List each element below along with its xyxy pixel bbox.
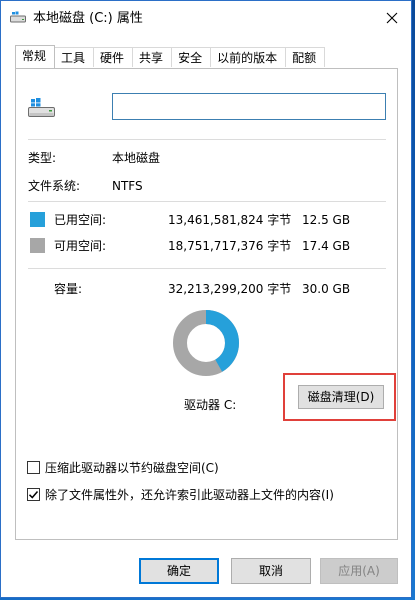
free-space-label: 可用空间: (54, 239, 107, 253)
compress-drive-label: 压缩此驱动器以节约磁盘空间(C) (45, 461, 219, 475)
close-button[interactable] (377, 5, 407, 31)
filesystem-value: NTFS (112, 179, 143, 193)
title-bar: 本地磁盘 (C:) 属性 (1, 1, 411, 35)
checkmark-icon (28, 491, 39, 499)
tab-sharing[interactable]: 共享 (132, 47, 173, 67)
disk-cleanup-button[interactable]: 磁盘清理(D) (298, 385, 384, 409)
tab-general[interactable]: 常规 (15, 45, 56, 68)
used-space-size: 12.5 GB (302, 213, 351, 227)
apply-button[interactable]: 应用(A) (320, 558, 398, 584)
tab-security[interactable]: 安全 (171, 47, 212, 67)
volume-name-input[interactable] (112, 93, 386, 120)
compress-drive-checkbox[interactable] (27, 461, 40, 474)
used-space-swatch (30, 212, 45, 227)
drive-letter-label: 驱动器 C: (184, 398, 237, 412)
capacity-size: 30.0 GB (302, 282, 351, 296)
capacity-bytes: 32,213,299,200 字节 (168, 282, 292, 296)
filesystem-label: 文件系统: (28, 179, 81, 193)
index-content-checkbox[interactable] (27, 488, 40, 501)
used-space-bytes: 13,461,581,824 字节 (168, 213, 292, 227)
tab-hardware[interactable]: 硬件 (93, 47, 134, 67)
separator (28, 139, 386, 140)
drive-large-icon (28, 98, 55, 117)
separator (28, 201, 386, 202)
tab-tools[interactable]: 工具 (54, 47, 95, 67)
tab-quota[interactable]: 配额 (285, 47, 326, 67)
properties-dialog: 本地磁盘 (C:) 属性 常规 工具 硬件 共享 安全 以前的版本 配额 类型: (0, 0, 412, 598)
cancel-button[interactable]: 取消 (231, 558, 311, 584)
free-space-swatch (30, 238, 45, 253)
close-icon (386, 12, 398, 24)
type-value: 本地磁盘 (112, 151, 161, 165)
free-space-size: 17.4 GB (302, 239, 351, 253)
tab-previous-versions[interactable]: 以前的版本 (210, 47, 287, 67)
capacity-label: 容量: (54, 282, 83, 296)
disk-usage-donut (173, 310, 239, 376)
tab-strip: 常规 工具 硬件 共享 安全 以前的版本 配额 (15, 45, 326, 69)
separator (28, 268, 386, 269)
free-space-bytes: 18,751,717,376 字节 (168, 239, 292, 253)
ok-button[interactable]: 确定 (139, 558, 219, 584)
drive-icon (10, 11, 26, 23)
window-title: 本地磁盘 (C:) 属性 (33, 11, 143, 26)
index-content-label: 除了文件属性外，还允许索引此驱动器上文件的内容(I) (45, 488, 334, 502)
used-space-label: 已用空间: (54, 213, 107, 227)
type-label: 类型: (28, 151, 57, 165)
